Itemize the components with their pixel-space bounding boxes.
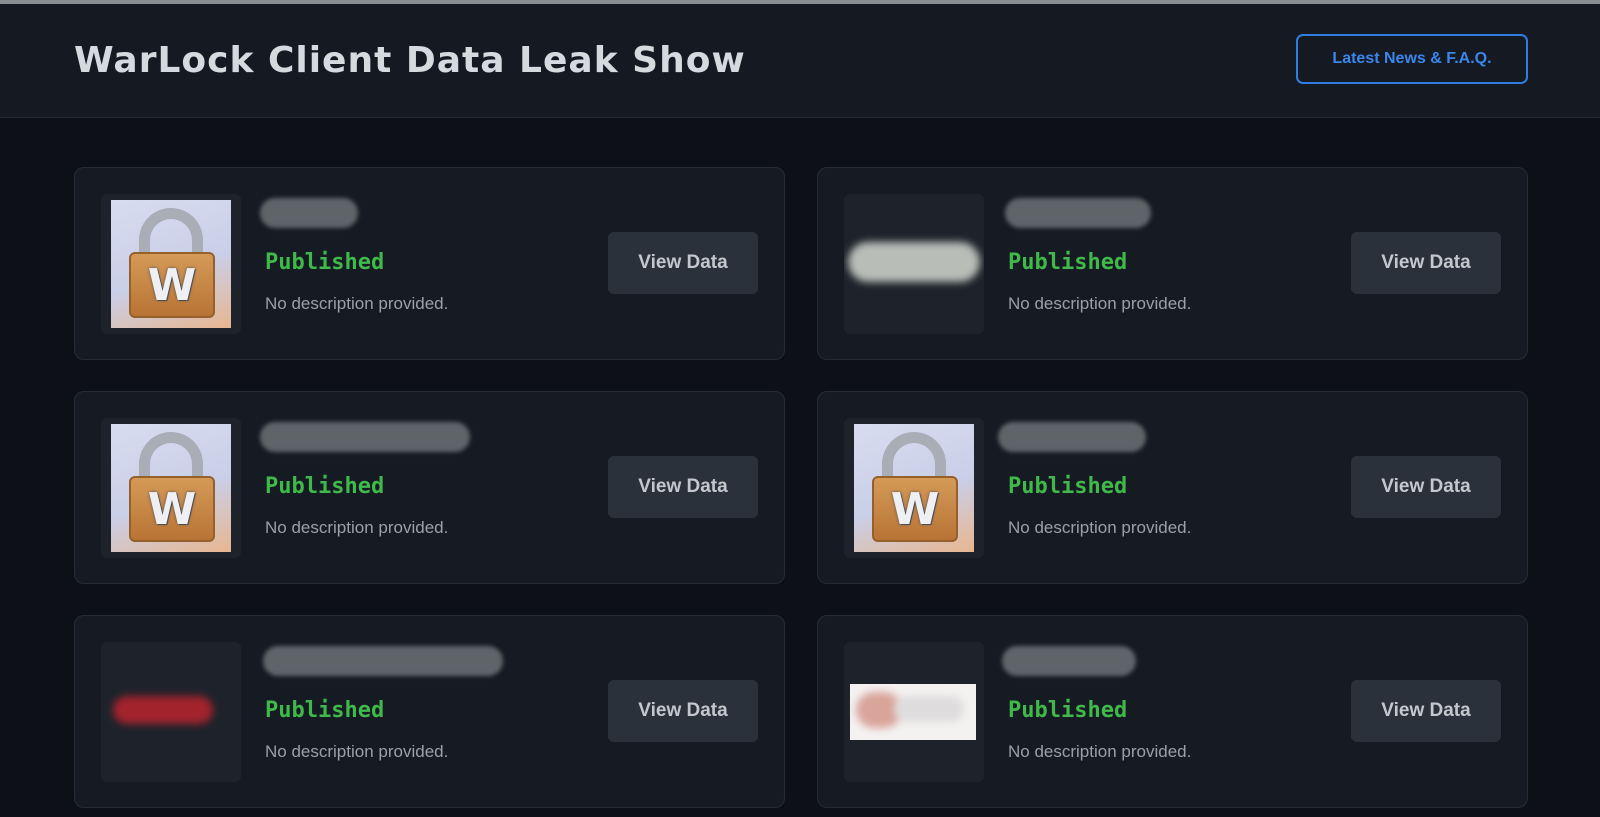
view-data-button[interactable]: View Data bbox=[608, 680, 758, 742]
leak-card: W Published No description provided. Vie… bbox=[74, 167, 785, 360]
card-description: No description provided. bbox=[1008, 294, 1192, 313]
card-grid: W Published No description provided. Vie… bbox=[74, 167, 1528, 808]
status-badge: Published bbox=[265, 474, 385, 499]
redacted-image bbox=[113, 696, 213, 724]
status-badge: Published bbox=[1008, 474, 1128, 499]
redacted-company-name bbox=[260, 198, 358, 228]
leak-card: W Published No description provided. Vie… bbox=[74, 391, 785, 584]
site-title: WarLock Client Data Leak Show bbox=[74, 40, 746, 81]
card-description: No description provided. bbox=[265, 518, 449, 537]
lock-icon: W bbox=[854, 424, 974, 552]
redacted-company-name bbox=[263, 646, 503, 676]
lock-icon: W bbox=[111, 200, 231, 328]
leak-card: W Published No description provided. Vie… bbox=[817, 391, 1528, 584]
view-data-button[interactable]: View Data bbox=[608, 232, 758, 294]
leak-card: Published No description provided. View … bbox=[74, 615, 785, 808]
company-logo bbox=[844, 642, 984, 782]
lock-icon: W bbox=[111, 424, 231, 552]
leak-card: Published No description provided. View … bbox=[817, 615, 1528, 808]
view-data-button[interactable]: View Data bbox=[1351, 456, 1501, 518]
card-description: No description provided. bbox=[1008, 518, 1192, 537]
status-badge: Published bbox=[265, 698, 385, 723]
card-description: No description provided. bbox=[265, 294, 449, 313]
card-description: No description provided. bbox=[265, 742, 449, 761]
status-badge: Published bbox=[265, 250, 385, 275]
card-description: No description provided. bbox=[1008, 742, 1192, 761]
redacted-image bbox=[848, 242, 980, 282]
site-header: WarLock Client Data Leak Show Latest New… bbox=[0, 4, 1600, 118]
view-data-button[interactable]: View Data bbox=[608, 456, 758, 518]
company-logo: W bbox=[101, 194, 241, 334]
status-badge: Published bbox=[1008, 698, 1128, 723]
leak-list: W Published No description provided. Vie… bbox=[0, 119, 1600, 817]
company-logo: W bbox=[101, 418, 241, 558]
company-logo bbox=[844, 194, 984, 334]
redacted-company-name bbox=[1005, 198, 1151, 228]
redacted-company-name bbox=[260, 422, 470, 452]
redacted-company-name bbox=[1002, 646, 1136, 676]
redacted-company-name bbox=[998, 422, 1146, 452]
view-data-button[interactable]: View Data bbox=[1351, 232, 1501, 294]
latest-news-faq-button[interactable]: Latest News & F.A.Q. bbox=[1296, 34, 1528, 84]
view-data-button[interactable]: View Data bbox=[1351, 680, 1501, 742]
company-logo: W bbox=[844, 418, 984, 558]
company-logo bbox=[101, 642, 241, 782]
leak-card: Published No description provided. View … bbox=[817, 167, 1528, 360]
status-badge: Published bbox=[1008, 250, 1128, 275]
